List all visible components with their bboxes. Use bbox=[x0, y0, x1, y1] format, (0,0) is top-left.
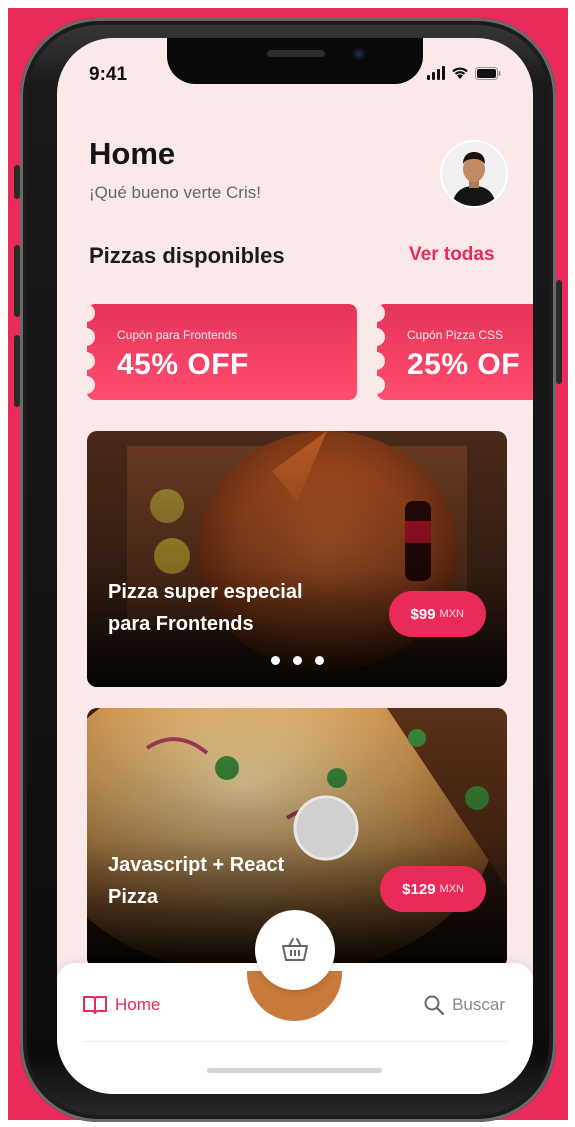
volume-up-button bbox=[14, 245, 20, 317]
coupon-card[interactable]: Cupón para Frontends 45% OFF bbox=[87, 304, 357, 400]
coupon-label: Cupón para Frontends bbox=[117, 328, 238, 342]
app-screen: 9:41 Home ¡Qué bueno verte Cris! Pizzas … bbox=[57, 38, 533, 1094]
avatar[interactable] bbox=[442, 142, 506, 206]
carousel-dot[interactable] bbox=[270, 656, 280, 665]
search-icon bbox=[424, 995, 445, 1015]
pizza-name-line2: para Frontends bbox=[108, 613, 254, 635]
price-currency: MXN bbox=[439, 883, 464, 895]
power-button bbox=[556, 280, 562, 384]
section-title: Pizzas disponibles bbox=[89, 243, 285, 268]
tab-search-label: Buscar bbox=[452, 995, 505, 1014]
price-amount: $99 bbox=[410, 605, 436, 623]
greeting-text: ¡Qué bueno verte Cris! bbox=[89, 183, 261, 202]
signal-icon bbox=[427, 66, 445, 80]
price-badge[interactable]: $99 MXN bbox=[388, 591, 486, 637]
volume-down-button bbox=[14, 335, 20, 407]
coupon-edge bbox=[377, 304, 387, 400]
status-icons bbox=[427, 66, 501, 80]
coupon-discount: 45% OFF bbox=[117, 348, 249, 381]
price-amount: $129 bbox=[402, 880, 436, 898]
notch bbox=[167, 38, 423, 84]
book-open-icon bbox=[83, 996, 107, 1015]
front-camera bbox=[353, 48, 365, 60]
see-all-link[interactable]: Ver todas bbox=[409, 244, 495, 266]
basket-icon bbox=[282, 938, 308, 961]
pizza-name: Pizza super especial bbox=[108, 581, 303, 603]
pizza-name-line2: Pizza bbox=[108, 886, 159, 908]
status-time: 9:41 bbox=[89, 64, 128, 85]
pizza-card[interactable]: Pizza super especial para Frontends $99 … bbox=[87, 431, 507, 687]
tab-home-label: Home bbox=[115, 995, 161, 1014]
carousel-dot[interactable] bbox=[292, 656, 302, 665]
tab-search[interactable]: Buscar bbox=[424, 995, 505, 1015]
coupon-card[interactable]: Cupón Pizza CSS 25% OF bbox=[377, 304, 533, 400]
home-indicator[interactable] bbox=[207, 1068, 382, 1073]
page-title: Home bbox=[89, 136, 176, 171]
coupon-edge bbox=[87, 304, 97, 400]
price-currency: MXN bbox=[439, 608, 464, 620]
carousel-dot[interactable] bbox=[314, 656, 324, 665]
pizza-name: Javascript + React bbox=[108, 854, 285, 876]
coupon-discount: 25% OF bbox=[407, 348, 521, 381]
cart-button[interactable] bbox=[255, 910, 335, 990]
pizza-image bbox=[87, 431, 507, 687]
speaker bbox=[267, 50, 325, 57]
wifi-icon bbox=[452, 67, 468, 79]
battery-icon bbox=[475, 67, 501, 80]
tab-home[interactable]: Home bbox=[83, 995, 160, 1015]
price-badge[interactable]: $129 MXN bbox=[380, 866, 486, 912]
divider bbox=[83, 1041, 507, 1042]
coupon-label: Cupón Pizza CSS bbox=[407, 328, 504, 342]
user-portrait-icon bbox=[442, 142, 506, 206]
mute-switch bbox=[14, 165, 20, 199]
carousel-dots[interactable] bbox=[87, 656, 507, 665]
